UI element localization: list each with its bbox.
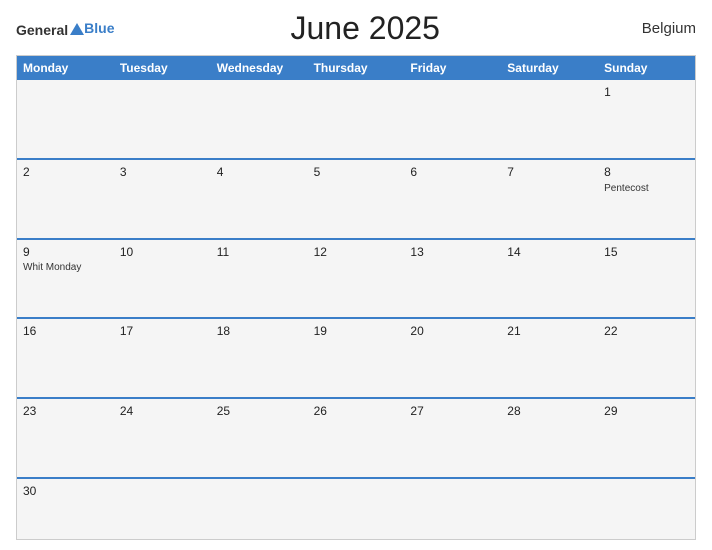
day-number: 28 — [507, 403, 592, 420]
day-cell-w5-d2 — [211, 479, 308, 539]
calendar-title: June 2025 — [114, 10, 616, 47]
day-header-sunday: Sunday — [598, 56, 695, 80]
day-cell-w0-d5 — [501, 80, 598, 158]
day-cell-w0-d4 — [404, 80, 501, 158]
day-number: 24 — [120, 403, 205, 420]
day-cell-w4-d4: 27 — [404, 399, 501, 477]
day-number: 10 — [120, 244, 205, 261]
logo: General Blue — [16, 20, 114, 38]
day-number: 25 — [217, 403, 302, 420]
day-number: 18 — [217, 323, 302, 340]
day-cell-w2-d2: 11 — [211, 240, 308, 318]
day-cell-w3-d6: 22 — [598, 319, 695, 397]
day-cell-w2-d3: 12 — [308, 240, 405, 318]
day-cell-w4-d2: 25 — [211, 399, 308, 477]
day-header-thursday: Thursday — [308, 56, 405, 80]
day-cell-w4-d1: 24 — [114, 399, 211, 477]
day-cell-w2-d0: 9Whit Monday — [17, 240, 114, 318]
day-cell-w4-d3: 26 — [308, 399, 405, 477]
day-number: 6 — [410, 164, 495, 181]
logo-general-text: General — [16, 22, 68, 38]
calendar-page: General Blue June 2025 Belgium Monday Tu… — [0, 0, 712, 550]
country-label: Belgium — [616, 20, 696, 37]
day-cell-w1-d1: 3 — [114, 160, 211, 238]
day-cell-w5-d5 — [501, 479, 598, 539]
day-number: 21 — [507, 323, 592, 340]
day-cell-w5-d6 — [598, 479, 695, 539]
calendar-grid: Monday Tuesday Wednesday Thursday Friday… — [16, 55, 696, 540]
weeks-container: 12345678Pentecost9Whit Monday10111213141… — [17, 80, 695, 539]
day-number: 1 — [604, 84, 689, 101]
week-row-5: 30 — [17, 477, 695, 539]
day-cell-w1-d6: 8 Pentecost — [598, 160, 695, 238]
logo-triangle-icon — [70, 23, 84, 35]
day-number: 19 — [314, 323, 399, 340]
week-row-0: 1 — [17, 80, 695, 158]
day-number: 17 — [120, 323, 205, 340]
day-header-friday: Friday — [404, 56, 501, 80]
day-cell-w4-d5: 28 — [501, 399, 598, 477]
day-cell-w3-d4: 20 — [404, 319, 501, 397]
day-header-tuesday: Tuesday — [114, 56, 211, 80]
day-number: 20 — [410, 323, 495, 340]
day-cell-w1-d5: 7 — [501, 160, 598, 238]
day-cell-w5-d0: 30 — [17, 479, 114, 539]
day-cell-w3-d3: 19 — [308, 319, 405, 397]
day-number: 30 — [23, 483, 108, 500]
day-cell-w3-d2: 18 — [211, 319, 308, 397]
day-cell-w1-d0: 2 — [17, 160, 114, 238]
day-event-label: Whit Monday — [23, 262, 108, 273]
day-number: 22 — [604, 323, 689, 340]
day-cell-w5-d3 — [308, 479, 405, 539]
day-number: 4 — [217, 164, 302, 181]
day-cell-w5-d1 — [114, 479, 211, 539]
day-cell-w0-d0 — [17, 80, 114, 158]
day-cell-w3-d1: 17 — [114, 319, 211, 397]
day-number: 26 — [314, 403, 399, 420]
day-cell-w0-d1 — [114, 80, 211, 158]
day-cell-w1-d3: 5 — [308, 160, 405, 238]
header: General Blue June 2025 Belgium — [16, 10, 696, 47]
logo-blue-text: Blue — [84, 20, 114, 36]
day-header-wednesday: Wednesday — [211, 56, 308, 80]
day-number: 11 — [217, 244, 302, 261]
week-row-1: 2345678 Pentecost — [17, 158, 695, 238]
day-cell-w4-d0: 23 — [17, 399, 114, 477]
day-cell-w0-d2 — [211, 80, 308, 158]
day-cell-w2-d5: 14 — [501, 240, 598, 318]
day-number: 8 — [604, 164, 689, 181]
day-number: 5 — [314, 164, 399, 181]
day-number: 14 — [507, 244, 592, 261]
day-cell-w2-d1: 10 — [114, 240, 211, 318]
day-number: 12 — [314, 244, 399, 261]
week-row-4: 23 24 25 26 27 28 29 — [17, 397, 695, 477]
day-number: 13 — [410, 244, 495, 261]
day-number: 15 — [604, 244, 689, 261]
day-number: 16 — [23, 323, 108, 340]
day-number: 23 — [23, 403, 108, 420]
day-number: 3 — [120, 164, 205, 181]
day-cell-w1-d2: 4 — [211, 160, 308, 238]
day-header-saturday: Saturday — [501, 56, 598, 80]
day-number: 9 — [23, 244, 108, 261]
day-cell-w5-d4 — [404, 479, 501, 539]
day-number: 2 — [23, 164, 108, 181]
day-event-label: Pentecost — [604, 183, 689, 194]
day-cell-w3-d5: 21 — [501, 319, 598, 397]
day-cell-w0-d3 — [308, 80, 405, 158]
day-header-monday: Monday — [17, 56, 114, 80]
week-row-3: 16 17 18 19 20 21 22 — [17, 317, 695, 397]
day-cell-w3-d0: 16 — [17, 319, 114, 397]
day-cell-w0-d6: 1 — [598, 80, 695, 158]
day-cell-w4-d6: 29 — [598, 399, 695, 477]
day-number: 7 — [507, 164, 592, 181]
week-row-2: 9Whit Monday 10 11 12 13 14 15 — [17, 238, 695, 318]
days-header: Monday Tuesday Wednesday Thursday Friday… — [17, 56, 695, 80]
day-cell-w2-d6: 15 — [598, 240, 695, 318]
day-cell-w2-d4: 13 — [404, 240, 501, 318]
day-number: 29 — [604, 403, 689, 420]
day-cell-w1-d4: 6 — [404, 160, 501, 238]
day-number: 27 — [410, 403, 495, 420]
